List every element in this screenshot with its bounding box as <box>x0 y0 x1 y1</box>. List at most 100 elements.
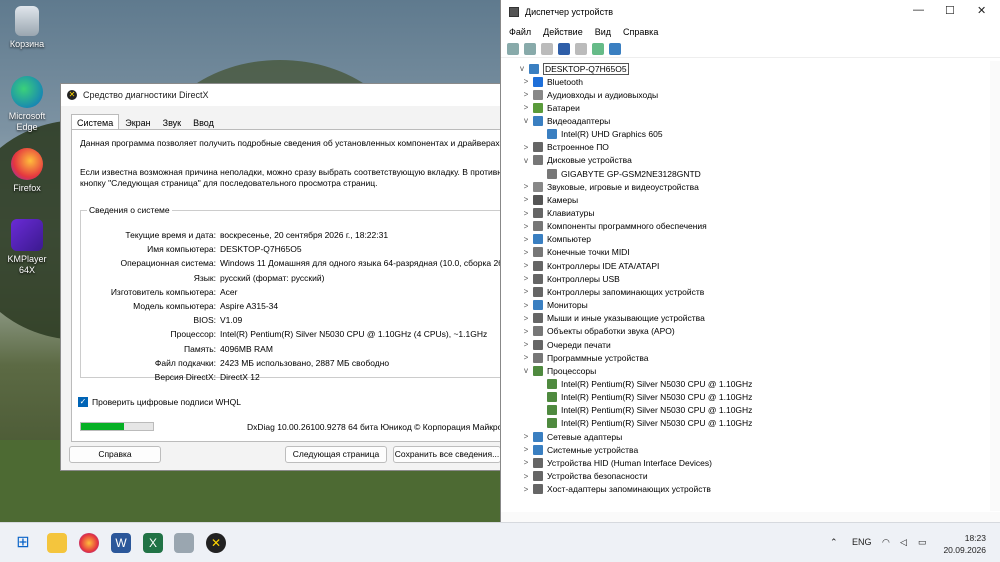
dxdiag-taskbar-icon[interactable]: ✕ <box>206 533 226 553</box>
desktop-icon-firefox[interactable]: Firefox <box>4 148 50 194</box>
battery-icon[interactable]: ▭ <box>918 537 927 548</box>
minimize-icon[interactable]: — <box>913 4 924 16</box>
chevron-right-icon[interactable]: > <box>521 445 531 454</box>
close-icon[interactable]: ✕ <box>977 4 986 17</box>
scan-hardware-icon[interactable] <box>592 42 604 55</box>
device-category[interactable]: > Очереди печати <box>521 338 611 351</box>
desktop-icon-recycle-bin[interactable]: Корзина <box>4 6 50 50</box>
clock[interactable]: 18:23 20.09.2026 <box>943 532 986 556</box>
chevron-right-icon[interactable]: > <box>521 235 531 244</box>
chevron-down-icon[interactable]: v <box>517 64 527 73</box>
help-button[interactable]: Справка <box>69 446 161 463</box>
device-category[interactable]: > Устройства безопасности <box>521 470 648 483</box>
wifi-icon[interactable]: ◠ <box>882 537 890 548</box>
chevron-right-icon[interactable]: > <box>521 195 531 204</box>
device-category[interactable]: > Сетевые адаптеры <box>521 430 622 443</box>
chevron-right-icon[interactable]: > <box>521 90 531 99</box>
device-category[interactable]: v Процессоры <box>521 364 596 377</box>
device-category[interactable]: > Звуковые, игровые и видеоустройства <box>521 180 699 193</box>
chevron-right-icon[interactable]: > <box>521 353 531 362</box>
menu-view[interactable]: Вид <box>595 27 611 37</box>
chevron-right-icon[interactable]: > <box>521 314 531 323</box>
device-category[interactable]: > Контроллеры USB <box>521 272 620 285</box>
device-category[interactable]: > Батареи <box>521 101 580 114</box>
device-category[interactable]: > Компьютер <box>521 233 591 246</box>
chevron-right-icon[interactable]: > <box>521 301 531 310</box>
language-indicator[interactable]: ENG <box>852 537 872 547</box>
device-category[interactable]: > Программные устройства <box>521 351 649 364</box>
device-category[interactable]: > Камеры <box>521 193 578 206</box>
word-icon[interactable]: W <box>111 533 131 553</box>
maximize-icon[interactable]: ☐ <box>945 4 955 17</box>
chevron-right-icon[interactable]: > <box>521 458 531 467</box>
excel-icon[interactable]: X <box>143 533 163 553</box>
device-category[interactable]: > Bluetooth <box>521 75 583 88</box>
chevron-right-icon[interactable]: > <box>521 274 531 283</box>
menu-help[interactable]: Справка <box>623 27 658 37</box>
device-category[interactable]: > Контроллеры IDE ATA/ATAPI <box>521 259 659 272</box>
device-category[interactable]: > Компоненты программного обеспечения <box>521 220 707 233</box>
whql-checkbox[interactable]: ✓ Проверить цифровые подписи WHQL <box>78 397 241 407</box>
start-button[interactable]: ⊞ <box>13 533 33 553</box>
monitor-icon[interactable] <box>609 42 621 55</box>
chevron-right-icon[interactable]: > <box>521 222 531 231</box>
show-hide-tree-icon[interactable] <box>541 42 553 55</box>
menu-action[interactable]: Действие <box>543 27 583 37</box>
back-icon[interactable] <box>507 42 519 55</box>
dxdiag-titlebar[interactable]: ✕ Средство диагностики DirectX <box>61 84 505 106</box>
chevron-right-icon[interactable]: > <box>521 143 531 152</box>
chevron-right-icon[interactable]: > <box>521 327 531 336</box>
device-category[interactable]: > Контроллеры запоминающих устройств <box>521 285 704 298</box>
chevron-right-icon[interactable]: > <box>521 209 531 218</box>
device-category[interactable]: v Дисковые устройства <box>521 154 632 167</box>
device-category[interactable]: > Аудиовходы и аудиовыходы <box>521 88 658 101</box>
device-category[interactable]: > Хост-адаптеры запоминающих устройств <box>521 483 711 496</box>
device-manager-taskbar-icon[interactable] <box>174 533 194 553</box>
chevron-right-icon[interactable]: > <box>521 182 531 191</box>
device-category[interactable]: > Встроенное ПО <box>521 141 609 154</box>
devmgr-titlebar[interactable]: Диспетчер устройств <box>501 0 1000 24</box>
device-item[interactable]: Intel(R) UHD Graphics 605 <box>535 128 663 141</box>
device-category[interactable]: > Системные устройства <box>521 443 638 456</box>
device-category[interactable]: > Устройства HID (Human Interface Devices… <box>521 456 712 469</box>
device-item[interactable]: Intel(R) Pentium(R) Silver N5030 CPU @ 1… <box>535 377 752 390</box>
menu-file[interactable]: Файл <box>509 27 531 37</box>
device-category[interactable]: > Конечные точки MIDI <box>521 246 630 259</box>
chevron-down-icon[interactable]: v <box>521 366 531 375</box>
chevron-up-icon[interactable]: ⌃ <box>830 537 838 548</box>
device-category[interactable]: > Мониторы <box>521 299 588 312</box>
device-category[interactable]: > Мыши и иные указывающие устройства <box>521 312 705 325</box>
device-category[interactable]: v Видеоадаптеры <box>521 114 610 127</box>
chevron-down-icon[interactable]: v <box>521 116 531 125</box>
chevron-right-icon[interactable]: > <box>521 261 531 270</box>
device-item[interactable]: GIGABYTE GP-GSM2NE3128GNTD <box>535 167 701 180</box>
firefox-taskbar-icon[interactable] <box>79 533 99 553</box>
chevron-right-icon[interactable]: > <box>521 103 531 112</box>
horizontal-scrollbar[interactable] <box>501 512 1000 522</box>
device-item[interactable]: Intel(R) Pentium(R) Silver N5030 CPU @ 1… <box>535 404 752 417</box>
device-manager-window[interactable]: Диспетчер устройств — ☐ ✕ Файл Действие … <box>500 0 1000 522</box>
volume-icon[interactable]: ◁ <box>900 537 907 548</box>
tree-root[interactable]: v DESKTOP-Q7H65O5 <box>517 62 629 75</box>
chevron-down-icon[interactable]: v <box>521 156 531 165</box>
chevron-right-icon[interactable]: > <box>521 472 531 481</box>
dxdiag-window[interactable]: ✕ Средство диагностики DirectX Система Э… <box>60 83 506 471</box>
chevron-right-icon[interactable]: > <box>521 248 531 257</box>
chevron-right-icon[interactable]: > <box>521 432 531 441</box>
chevron-right-icon[interactable]: > <box>521 340 531 349</box>
vertical-scrollbar[interactable] <box>990 61 1000 511</box>
device-category[interactable]: > Клавиатуры <box>521 207 594 220</box>
help-icon[interactable] <box>558 42 570 55</box>
device-category[interactable]: > Объекты обработки звука (APO) <box>521 325 675 338</box>
next-page-button[interactable]: Следующая страница <box>285 446 387 463</box>
forward-icon[interactable] <box>524 42 536 55</box>
chevron-right-icon[interactable]: > <box>521 485 531 494</box>
chevron-right-icon[interactable]: > <box>521 77 531 86</box>
file-explorer-icon[interactable] <box>47 533 67 553</box>
desktop-icon-kmplayer[interactable]: KMPlayer 64X <box>4 219 50 276</box>
chevron-right-icon[interactable]: > <box>521 287 531 296</box>
desktop-icon-edge[interactable]: Microsoft Edge <box>4 76 50 133</box>
device-item[interactable]: Intel(R) Pentium(R) Silver N5030 CPU @ 1… <box>535 391 752 404</box>
save-all-button[interactable]: Сохранить все сведения... <box>393 446 501 463</box>
device-tree[interactable]: v DESKTOP-Q7H65O5 > Bluetooth > Аудиовходы … <box>501 61 986 511</box>
